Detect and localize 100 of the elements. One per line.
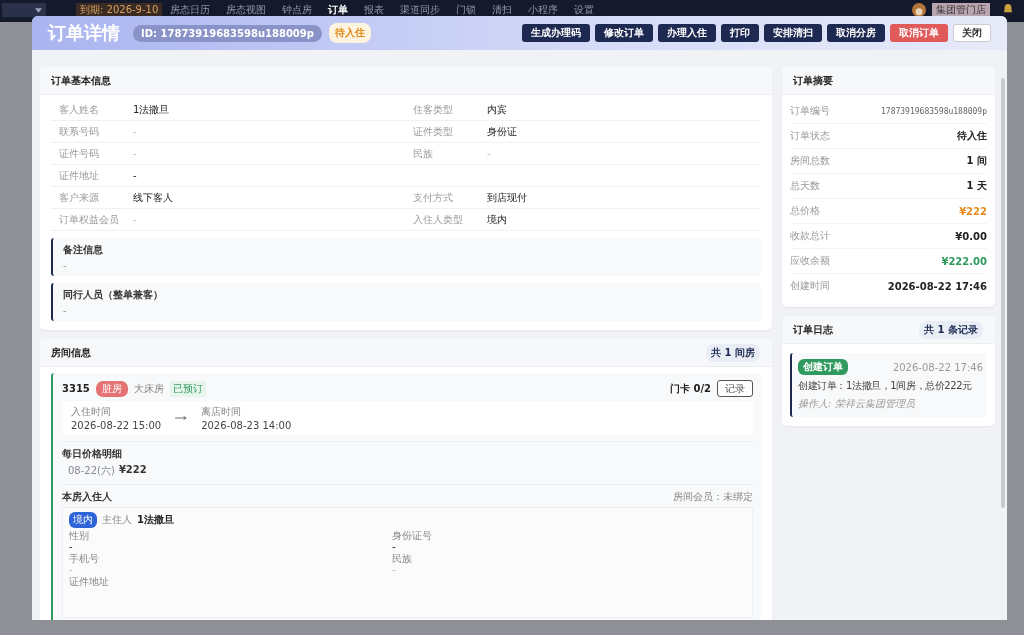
nav-tab[interactable]: 设置: [566, 3, 603, 16]
field-label: 客人姓名: [58, 102, 100, 117]
field-label: 性别: [69, 530, 90, 541]
log-type-badge: 创建订单: [798, 359, 848, 375]
summary-value: ¥222.00: [941, 255, 987, 267]
log-time: 2026-08-22 17:46: [892, 361, 983, 373]
member-binding: 房间会员：未绑定: [673, 490, 753, 504]
field-label: 民族: [392, 553, 413, 564]
note-value: -: [63, 260, 68, 271]
price-value: ¥222: [118, 464, 147, 477]
guest-name: 1法撒旦: [137, 513, 174, 527]
field-value: -: [487, 148, 491, 159]
field-value: -: [69, 541, 74, 552]
field-label: 证件类型: [412, 124, 454, 139]
action-button[interactable]: 取消分房: [827, 24, 885, 42]
store-badge[interactable]: 集团管门店: [932, 3, 990, 16]
field-label: 证件地址: [69, 576, 110, 587]
field-label: 证件号码: [58, 146, 100, 161]
date-label: 入住时间: [71, 405, 112, 419]
nav-tab[interactable]: 报表: [356, 3, 393, 16]
field-value: -: [133, 214, 137, 225]
nav-tab[interactable]: 订单: [320, 3, 357, 16]
field-value: 线下客人: [133, 190, 173, 205]
field-label: 入住人类型: [412, 212, 464, 227]
date-label: 离店时间: [201, 405, 243, 419]
field-label: 客户来源: [58, 190, 100, 205]
summary-label: 订单编号: [790, 104, 830, 118]
store-dropdown[interactable]: [2, 3, 46, 17]
dialog-title: 订单详情: [48, 21, 120, 45]
section-title: 本房入住人: [62, 490, 112, 504]
nav-tab[interactable]: 钟点房: [274, 3, 321, 16]
nav-tab[interactable]: 房态日历: [162, 3, 219, 16]
bell-icon[interactable]: [1002, 3, 1014, 15]
avatar-icon[interactable]: [912, 3, 926, 17]
arrow-icon: [175, 415, 188, 421]
section-title: 每日价格明细: [62, 448, 122, 459]
order-id-badge: ID: 17873919683598u188009p: [133, 24, 322, 42]
log-text: 创建订单：1法撒旦，1间房，总价222元: [798, 379, 973, 393]
status-badge: 待入住: [328, 23, 371, 43]
summary-label: 创建时间: [790, 279, 830, 293]
summary-label: 订单状态: [790, 129, 830, 143]
summary-value: ¥0.00: [955, 230, 987, 242]
summary-label: 总价格: [790, 204, 820, 218]
price-date: 08-22(六): [68, 464, 115, 478]
field-value: 境内: [487, 212, 507, 227]
summary-label: 总天数: [790, 179, 820, 193]
note-value: -: [63, 305, 68, 316]
field-value: -: [69, 564, 74, 575]
field-value: 内宾: [487, 102, 507, 117]
field-value: 到店现付: [487, 190, 527, 205]
action-button[interactable]: 安排清扫: [764, 24, 822, 42]
summary-value: 17873919683598u188009p: [881, 106, 987, 116]
action-button[interactable]: 取消订单: [890, 24, 948, 42]
note-title: 备注信息: [63, 243, 104, 257]
card-title: 订单摘要: [793, 73, 834, 88]
field-value: 1法撒旦: [133, 102, 170, 117]
field-value: 身份证: [487, 124, 517, 139]
nav-tab[interactable]: 渠道同步: [392, 3, 449, 16]
action-button[interactable]: 办理入住: [658, 24, 716, 42]
action-button[interactable]: 修改订单: [595, 24, 653, 42]
field-label: 民族: [412, 146, 434, 161]
action-button[interactable]: 生成办理码: [522, 24, 590, 42]
nav-tab[interactable]: 门锁: [448, 3, 485, 16]
room-type: 大床房: [133, 381, 164, 396]
scrollbar[interactable]: [1001, 78, 1005, 508]
booking-badge: 已预订: [169, 380, 206, 397]
nav-tab[interactable]: 清扫: [484, 3, 521, 16]
count-badge: 共 1 条记录: [919, 320, 983, 339]
nav-tab[interactable]: 小程序: [520, 3, 567, 16]
action-button[interactable]: 打印: [721, 24, 759, 42]
field-value: -: [133, 148, 137, 159]
card-title: 房间信息: [51, 345, 92, 360]
summary-label: 房间总数: [790, 154, 830, 168]
date-value: 2026-08-22 15:00: [71, 420, 162, 431]
field-label: 订单权益会员: [58, 212, 120, 227]
summary-label: 收款总计: [790, 229, 830, 243]
field-value: -: [392, 541, 397, 552]
action-button[interactable]: 关闭: [953, 24, 991, 42]
summary-value: ¥222: [959, 205, 987, 217]
field-label: 证件地址: [58, 168, 100, 183]
record-button[interactable]: 记录: [717, 380, 753, 397]
summary-value: 待入住: [957, 129, 987, 143]
field-label: 支付方式: [412, 190, 454, 205]
nav-tab[interactable]: 房态视图: [218, 3, 275, 16]
note-title: 同行人员（整单兼客）: [63, 288, 164, 302]
field-label: 联系号码: [58, 124, 100, 139]
field-value: -: [133, 170, 137, 181]
field-value: -: [133, 126, 137, 137]
card-title: 订单日志: [793, 322, 834, 337]
caret-icon: [35, 7, 42, 13]
summary-value: 1 天: [966, 179, 987, 193]
card-title: 订单基本信息: [51, 73, 112, 88]
field-value: -: [392, 564, 397, 575]
summary-value: 2026-08-22 17:46: [887, 280, 987, 292]
summary-value: 1 间: [966, 154, 987, 168]
field-label: 手机号: [69, 553, 100, 564]
log-operator: 操作人: 荣祥云集团管理员: [798, 397, 916, 411]
date-value: 2026-08-23 14:00: [201, 420, 292, 431]
guest-type-badge: 境内: [69, 512, 97, 528]
room-number: 3315: [62, 383, 90, 394]
